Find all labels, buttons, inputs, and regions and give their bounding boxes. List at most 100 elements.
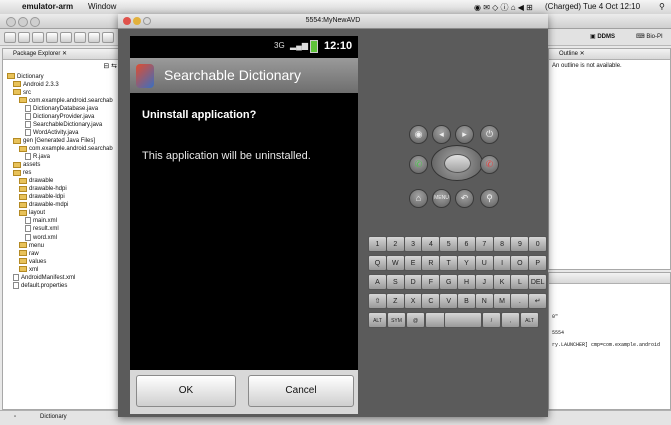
keyboard-key[interactable]: W bbox=[385, 255, 405, 271]
end-call-icon[interactable]: ✆ bbox=[480, 155, 499, 174]
emulator-zoom-button[interactable] bbox=[143, 17, 151, 25]
keyboard-key[interactable]: @ bbox=[406, 312, 425, 328]
keyboard-key[interactable]: 6 bbox=[457, 236, 476, 252]
keyboard-key[interactable]: DEL bbox=[528, 274, 548, 290]
volume-down-icon[interactable]: ◂ bbox=[432, 125, 451, 144]
keyboard-key[interactable]: ALT bbox=[520, 312, 539, 328]
tree-item[interactable]: DictionaryProvider.java bbox=[3, 113, 113, 121]
save-icon[interactable] bbox=[18, 32, 30, 43]
tree-item[interactable]: drawable-mdpi bbox=[3, 201, 113, 209]
package-explorer-tab[interactable]: Package Explorer ✕ bbox=[3, 49, 121, 60]
tree-item[interactable]: drawable-ldpi bbox=[3, 193, 113, 201]
keyboard-key[interactable]: 7 bbox=[474, 236, 494, 252]
keyboard-key[interactable]: U bbox=[474, 255, 494, 271]
tree-item[interactable]: assets bbox=[3, 161, 113, 169]
call-icon[interactable]: ✆ bbox=[409, 155, 428, 174]
keyboard-key[interactable]: Z bbox=[385, 293, 405, 309]
keyboard-key[interactable]: T bbox=[439, 255, 459, 271]
tree-item[interactable]: DictionaryDatabase.java bbox=[3, 105, 113, 113]
keyboard-key[interactable]: 4 bbox=[421, 236, 441, 252]
bio-pi-perspective[interactable]: ⌨ Bio-PI bbox=[636, 33, 663, 40]
keyboard-key[interactable]: . bbox=[510, 293, 530, 309]
spotlight-icon[interactable]: ⚲ bbox=[659, 2, 665, 11]
home-icon[interactable]: ⌂ bbox=[409, 189, 428, 208]
emulator-minimize-button[interactable] bbox=[133, 17, 141, 25]
keyboard-key[interactable]: 0 bbox=[528, 236, 548, 252]
keyboard-key[interactable]: H bbox=[457, 274, 476, 290]
tree-item[interactable]: word.xml bbox=[3, 233, 113, 242]
zoom-button[interactable] bbox=[30, 17, 40, 27]
keyboard-key[interactable]: M bbox=[492, 293, 512, 309]
keyboard-key[interactable]: R bbox=[421, 255, 441, 271]
keyboard-key[interactable]: G bbox=[439, 274, 459, 290]
keyboard-key[interactable] bbox=[444, 312, 482, 328]
tree-item[interactable]: Dictionary bbox=[3, 73, 113, 81]
run-icon[interactable] bbox=[88, 32, 100, 43]
ddms-perspective[interactable]: ▣ DDMS bbox=[590, 33, 615, 40]
keyboard-key[interactable]: , bbox=[501, 312, 520, 328]
menu-button[interactable]: MENU bbox=[432, 189, 451, 208]
keyboard-key[interactable]: ⇧ bbox=[368, 293, 387, 309]
tree-item[interactable]: WordActivity.java bbox=[3, 129, 113, 137]
tree-item[interactable]: raw bbox=[3, 250, 113, 258]
volume-up-icon[interactable]: ▸ bbox=[455, 125, 474, 144]
tree-item[interactable]: main.xml bbox=[3, 217, 113, 225]
keyboard-key[interactable]: X bbox=[403, 293, 423, 309]
tree-item[interactable]: gen [Generated Java Files] bbox=[3, 137, 113, 145]
keyboard-key[interactable]: 3 bbox=[403, 236, 423, 252]
app-menu[interactable]: emulator-arm bbox=[22, 2, 73, 11]
tree-item[interactable]: res bbox=[3, 169, 113, 177]
external-tools-icon[interactable] bbox=[102, 32, 114, 43]
tree-item[interactable]: drawable-hdpi bbox=[3, 185, 113, 193]
cancel-button[interactable]: Cancel bbox=[248, 375, 354, 407]
keyboard-key[interactable]: ↵ bbox=[528, 293, 548, 309]
minimize-button[interactable] bbox=[18, 17, 28, 27]
outline-tab[interactable]: Outline ✕ bbox=[549, 49, 670, 60]
dpad-center[interactable] bbox=[444, 154, 471, 173]
close-button[interactable] bbox=[6, 17, 16, 27]
keyboard-key[interactable]: C bbox=[421, 293, 441, 309]
keyboard-key[interactable]: K bbox=[492, 274, 512, 290]
keyboard-key[interactable]: ALT bbox=[368, 312, 387, 328]
keyboard-key[interactable]: SYM bbox=[387, 312, 406, 328]
tree-item[interactable]: xml bbox=[3, 266, 113, 274]
tree-item[interactable]: Android 2.3.3 bbox=[3, 81, 113, 89]
emulator-close-button[interactable] bbox=[123, 17, 131, 25]
dpad[interactable] bbox=[431, 145, 483, 181]
keyboard-key[interactable]: 9 bbox=[510, 236, 530, 252]
keyboard-key[interactable]: A bbox=[368, 274, 387, 290]
window-menu[interactable]: Window bbox=[88, 2, 116, 11]
tree-item[interactable]: com.example.android.searchab bbox=[3, 97, 113, 105]
keyboard-key[interactable]: E bbox=[403, 255, 423, 271]
keyboard-key[interactable]: N bbox=[474, 293, 494, 309]
keyboard-key[interactable]: S bbox=[385, 274, 405, 290]
keyboard-key[interactable]: 8 bbox=[492, 236, 512, 252]
collapse-all-icon[interactable]: ⊟ ⇆ bbox=[103, 62, 117, 70]
keyboard-key[interactable]: D bbox=[403, 274, 423, 290]
keyboard-key[interactable]: Q bbox=[368, 255, 387, 271]
keyboard-key[interactable]: 2 bbox=[385, 236, 405, 252]
tree-item[interactable]: layout bbox=[3, 209, 113, 217]
tree-item[interactable]: AndroidManifest.xml bbox=[3, 273, 113, 282]
tree-item[interactable]: com.example.android.searchab bbox=[3, 145, 113, 153]
tree-item[interactable]: src bbox=[3, 89, 113, 97]
tree-item[interactable]: default.properties bbox=[3, 281, 113, 290]
keyboard-key[interactable]: I bbox=[492, 255, 512, 271]
avd-manager-icon[interactable] bbox=[60, 32, 72, 43]
keyboard-key[interactable]: / bbox=[482, 312, 501, 328]
camera-icon[interactable]: ◉ bbox=[409, 125, 428, 144]
keyboard-key[interactable]: Y bbox=[457, 255, 476, 271]
keyboard-key[interactable]: 5 bbox=[439, 236, 459, 252]
debug-icon[interactable] bbox=[74, 32, 86, 43]
tree-item[interactable]: menu bbox=[3, 242, 113, 250]
android-sdk-icon[interactable] bbox=[46, 32, 58, 43]
keyboard-key[interactable]: 1 bbox=[368, 236, 387, 252]
keyboard-key[interactable]: P bbox=[528, 255, 548, 271]
power-icon[interactable]: ⏻ bbox=[480, 125, 499, 144]
keyboard-key[interactable]: F bbox=[421, 274, 441, 290]
search-icon[interactable]: ⚲ bbox=[480, 189, 499, 208]
tree-item[interactable]: SearchableDictionary.java bbox=[3, 121, 113, 129]
keyboard-key[interactable]: V bbox=[439, 293, 459, 309]
tree-item[interactable]: result.xml bbox=[3, 225, 113, 233]
keyboard-key[interactable]: B bbox=[457, 293, 476, 309]
